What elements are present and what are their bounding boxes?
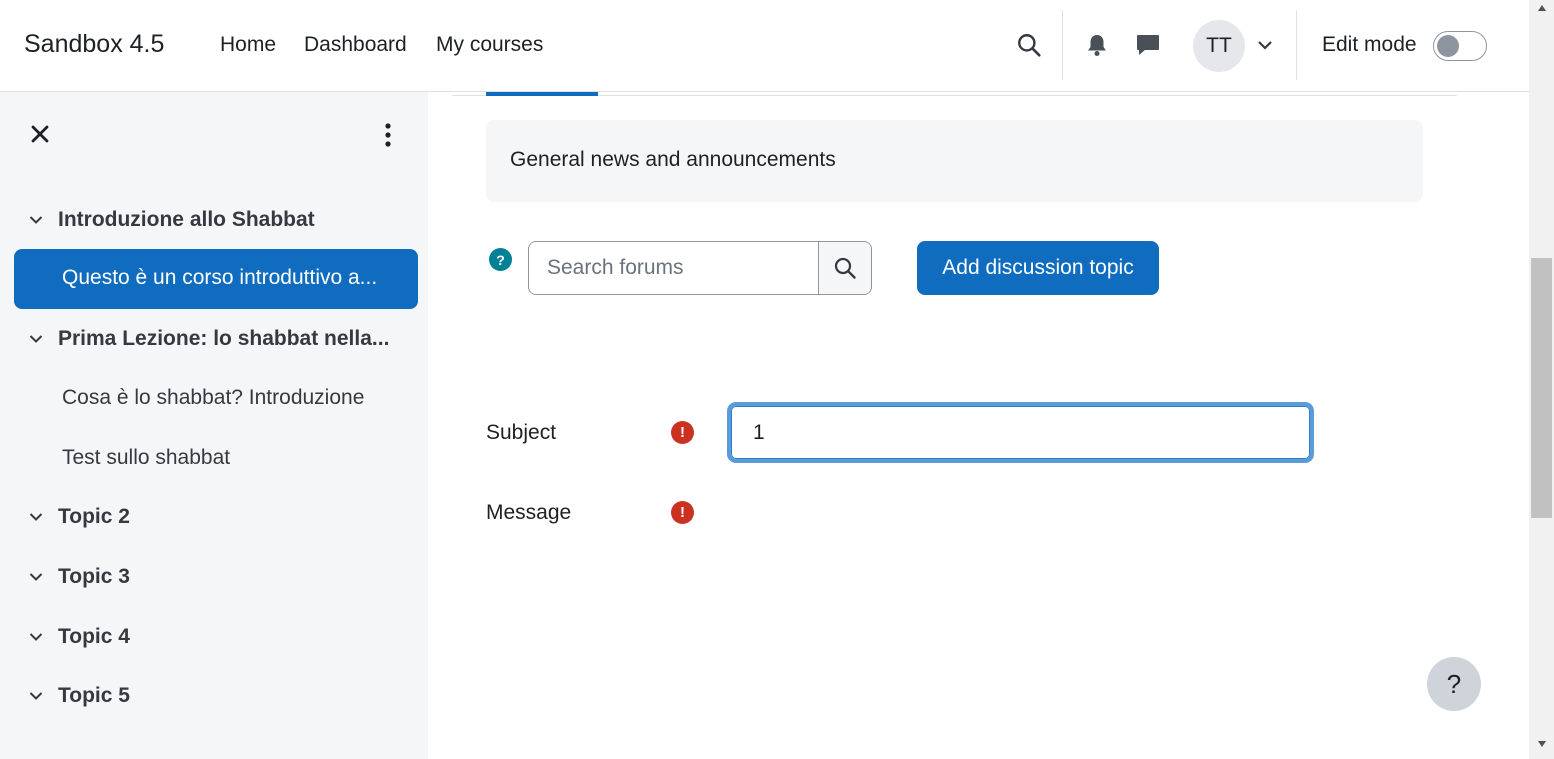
- section-topic-3[interactable]: Topic 3: [22, 557, 418, 597]
- edit-mode-label: Edit mode: [1322, 33, 1417, 56]
- chevron-down-icon[interactable]: [22, 507, 50, 527]
- close-icon[interactable]: [28, 122, 52, 146]
- tab-underline: [452, 95, 1457, 96]
- section-topic-2[interactable]: Topic 2: [22, 497, 418, 537]
- tab-active-indicator: [486, 92, 598, 96]
- section-prima-lezione[interactable]: Prima Lezione: lo shabbat nella...: [22, 319, 418, 359]
- help-icon[interactable]: ?: [489, 248, 512, 271]
- section-introduzione[interactable]: Introduzione allo Shabbat: [22, 200, 418, 240]
- course-index-drawer: Introduzione allo Shabbat Questo è un co…: [0, 92, 428, 759]
- search-icon: [834, 257, 856, 279]
- search-forums-input[interactable]: [529, 242, 818, 294]
- navbar-divider: [1062, 10, 1063, 80]
- section-title[interactable]: Topic 3: [58, 565, 408, 589]
- help-button[interactable]: ?: [1427, 657, 1481, 711]
- chevron-down-icon[interactable]: [22, 329, 50, 349]
- add-discussion-topic-button[interactable]: Add discussion topic: [917, 241, 1159, 295]
- scroll-up-arrow-icon[interactable]: [1529, 4, 1554, 18]
- search-submit-button[interactable]: [818, 242, 871, 294]
- activity-link[interactable]: Cosa è lo shabbat? Introduzione: [62, 386, 364, 410]
- chevron-down-icon[interactable]: [22, 627, 50, 647]
- scroll-down-arrow-icon[interactable]: [1529, 740, 1554, 754]
- section-topic-5[interactable]: Topic 5: [22, 676, 418, 716]
- edit-mode-toggle[interactable]: [1433, 31, 1487, 61]
- user-avatar[interactable]: TT: [1193, 20, 1245, 72]
- section-title[interactable]: Topic 5: [58, 684, 408, 708]
- activity-current[interactable]: Questo è un corso introduttivo a...: [14, 249, 418, 309]
- nav-my-courses[interactable]: My courses: [436, 33, 543, 57]
- forum-search: [528, 241, 872, 295]
- chevron-down-icon[interactable]: [1254, 34, 1276, 56]
- section-title[interactable]: Introduzione allo Shabbat: [58, 208, 408, 232]
- toggle-knob: [1437, 35, 1459, 57]
- subject-field[interactable]: [727, 402, 1314, 463]
- section-title[interactable]: Prima Lezione: lo shabbat nella...: [58, 327, 408, 351]
- chevron-down-icon[interactable]: [22, 567, 50, 587]
- site-brand[interactable]: Sandbox 4.5: [24, 30, 164, 59]
- required-icon: !: [671, 501, 694, 524]
- required-icon: !: [671, 421, 694, 444]
- chevron-down-icon[interactable]: [22, 686, 50, 706]
- subject-label: Subject: [486, 421, 557, 444]
- kebab-menu-icon[interactable]: [378, 122, 398, 148]
- section-title[interactable]: Topic 2: [58, 505, 408, 529]
- message-drawer-icon[interactable]: [1130, 28, 1166, 62]
- bell-icon[interactable]: [1080, 28, 1114, 62]
- scrollbar-thumb[interactable]: [1531, 258, 1552, 518]
- search-icon[interactable]: [1012, 28, 1046, 62]
- section-topic-4[interactable]: Topic 4: [22, 617, 418, 657]
- section-title[interactable]: Topic 4: [58, 625, 408, 649]
- nav-dashboard[interactable]: Dashboard: [304, 33, 407, 57]
- nav-home[interactable]: Home: [220, 33, 276, 57]
- message-label: Message: [486, 501, 572, 524]
- chevron-down-icon[interactable]: [22, 210, 50, 230]
- activity-link[interactable]: Test sullo shabbat: [62, 446, 230, 470]
- page-scrollbar[interactable]: [1529, 0, 1554, 759]
- navbar-divider: [1296, 10, 1297, 80]
- forum-intro: General news and announcements: [486, 120, 1423, 202]
- top-navbar: Sandbox 4.5 Home Dashboard My courses TT…: [0, 0, 1529, 92]
